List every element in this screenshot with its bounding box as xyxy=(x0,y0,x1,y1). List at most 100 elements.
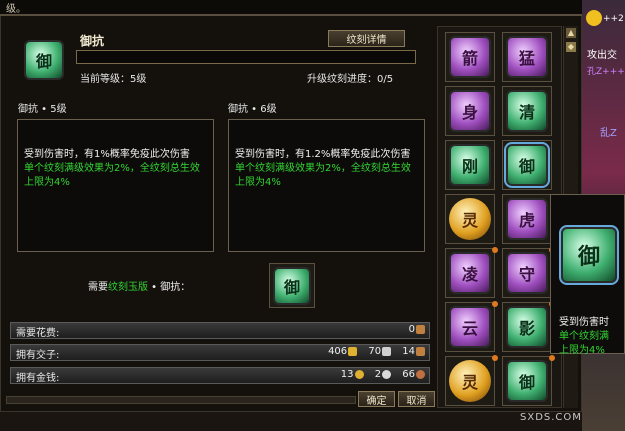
engraving-gem-icon: 猛 xyxy=(506,36,548,78)
gem-slot[interactable]: 御 xyxy=(502,355,555,406)
requirement-prefix: 需要 xyxy=(88,282,108,293)
gem-glyph: 御 xyxy=(518,157,535,176)
upgrade-progress: 升级纹刻进度：0/5 xyxy=(307,74,394,85)
gem-glyph: 灵 xyxy=(461,373,478,392)
gem-slot[interactable]: 虎 xyxy=(502,194,552,244)
skill-name: 御抗 xyxy=(80,34,105,48)
required-item-slot[interactable]: 御 xyxy=(269,263,315,308)
emoji-icon xyxy=(586,10,602,26)
engraving-detail-button[interactable]: 纹刻详情 xyxy=(328,30,405,47)
tooltip-line3: 上限为4% xyxy=(559,345,605,356)
upgrade-dot-icon xyxy=(492,301,498,307)
gem-glyph: 箭 xyxy=(461,49,478,68)
gem-glyph: 身 xyxy=(461,103,478,122)
gem-glyph: 清 xyxy=(518,103,535,122)
money-silver-value: 2 xyxy=(374,369,382,380)
jade-tablet-icon: 御 xyxy=(273,267,311,305)
engraving-gem-icon: 影 xyxy=(506,306,548,348)
current-level-title: 御抗 • 5级 xyxy=(18,104,67,115)
watermark: SXDS.COM xyxy=(520,412,582,423)
upgrade-dot-icon xyxy=(549,355,555,361)
requirement-item: 纹刻玉版 xyxy=(108,282,148,293)
gold-coin-icon xyxy=(354,369,364,379)
jiaozi-silver-value: 70 xyxy=(368,346,382,357)
side-text-1: ++2 xyxy=(603,14,624,24)
gem-slot[interactable]: 刚 xyxy=(445,140,495,190)
requirement-suffix: • 御抗： xyxy=(148,282,191,293)
money-row: 拥有金钱: 13 2 66 xyxy=(10,367,430,384)
gem-slot[interactable]: 御 xyxy=(502,140,552,190)
progress-bar xyxy=(76,50,416,64)
gem-slot[interactable]: 守 xyxy=(502,247,555,298)
gem-slot[interactable]: 影 xyxy=(502,301,555,352)
top-text: 级。 xyxy=(6,4,26,15)
upgrade-dot-icon xyxy=(492,355,498,361)
fee-row: 需要花费: 0 xyxy=(10,322,430,339)
gem-slot[interactable]: 身 xyxy=(445,86,495,136)
gem-glyph: 守 xyxy=(518,265,535,284)
money-values: 13 2 66 xyxy=(341,369,425,380)
top-bar xyxy=(0,0,582,16)
jiaozi-row: 拥有交子: 406 70 14 xyxy=(10,344,430,361)
tooltip-line1: 受到伤害时 xyxy=(559,317,609,328)
next-effect-box: 受到伤害时，有1.2%概率免疫此次伤害 单个纹刻满级效果为2%，全纹刻总生效上限… xyxy=(228,119,425,252)
gem-slot[interactable]: 清 xyxy=(502,86,552,136)
jiaozi-other-value: 14 xyxy=(402,346,415,357)
silver-ticket-icon xyxy=(382,346,392,356)
gem-slot[interactable]: 箭 xyxy=(445,32,495,82)
skill-gem-icon: 御 xyxy=(24,40,64,80)
gem-slot[interactable]: 凌 xyxy=(445,247,498,298)
gem-glyph: 虎 xyxy=(518,211,535,230)
gem-slot[interactable]: 灵 xyxy=(445,194,495,244)
engraving-gem-icon: 灵 xyxy=(449,198,491,240)
current-effect-box: 受到伤害时，有1%概率免疫此次伤害 单个纹刻满级效果为2%，全纹刻总生效上限为4… xyxy=(17,119,214,252)
engraving-gem-icon: 清 xyxy=(506,90,548,132)
tooltip-line2: 单个纹刻满 xyxy=(559,331,609,342)
fee-value: 0 xyxy=(408,324,415,335)
gem-slot[interactable]: 猛 xyxy=(502,32,552,82)
tooltip-gem-icon: 御 xyxy=(559,225,619,285)
requirement-text: 需要纹刻玉版 • 御抗： xyxy=(88,278,190,293)
fee-label: 需要花费: xyxy=(16,328,60,339)
scroll-up-arrow-icon[interactable]: ▲ xyxy=(566,28,576,38)
current-effect-line2: 单个纹刻满级效果为2%，全纹刻总生效上限为4% xyxy=(24,163,200,188)
confirm-button[interactable]: 确定 xyxy=(358,391,395,407)
next-effect-line2: 单个纹刻满级效果为2%，全纹刻总生效上限为4% xyxy=(235,163,411,188)
gem-glyph: 凌 xyxy=(461,265,478,284)
gem-glyph: 云 xyxy=(461,319,478,338)
engraving-gem-icon: 刚 xyxy=(449,144,491,186)
copper-coin-icon xyxy=(416,369,425,379)
side-text-4: 乱Z xyxy=(600,128,617,139)
engraving-gem-icon: 身 xyxy=(449,90,491,132)
engraving-gem-icon: 云 xyxy=(449,306,491,348)
gold-ticket-icon xyxy=(348,346,358,356)
engraving-gem-icon: 箭 xyxy=(449,36,491,78)
engraving-gem-icon: 御 xyxy=(506,360,548,402)
scroll-thumb[interactable]: ◆ xyxy=(566,42,576,52)
money-label: 拥有金钱: xyxy=(16,373,60,384)
current-level: 当前等级：5级 xyxy=(80,74,147,85)
upgrade-dot-icon xyxy=(492,247,498,253)
jiaozi-gold-value: 406 xyxy=(328,346,348,357)
copper-ticket-icon xyxy=(416,346,425,356)
horizontal-scrollbar[interactable] xyxy=(6,396,356,404)
money-copper-value: 66 xyxy=(402,369,415,380)
side-text-3: 孔Z+++ xyxy=(587,67,625,77)
item-tooltip: 御 受到伤害时 单个纹刻满 上限为4% xyxy=(550,194,625,356)
gem-slot[interactable]: 灵 xyxy=(445,355,498,406)
engraving-gem-icon: 灵 xyxy=(449,360,491,402)
side-text-2: 攻出交 xyxy=(587,50,617,61)
engraving-gem-icon: 守 xyxy=(506,252,548,294)
gem-grid: 箭猛身清刚御灵虎凌守云影灵御 xyxy=(445,32,555,406)
gem-glyph: 御 xyxy=(518,373,535,392)
gem-slot[interactable]: 云 xyxy=(445,301,498,352)
silver-coin-icon xyxy=(382,369,392,379)
next-effect-line1: 受到伤害时，有1.2%概率免疫此次伤害 xyxy=(235,149,411,160)
gem-glyph: 影 xyxy=(518,319,535,338)
money-gold-value: 13 xyxy=(340,369,354,380)
jiaozi-values: 406 70 14 xyxy=(328,346,425,357)
gem-glyph: 灵 xyxy=(461,211,478,230)
current-effect-line1: 受到伤害时，有1%概率免疫此次伤害 xyxy=(24,149,190,160)
cancel-button[interactable]: 取消 xyxy=(398,391,435,407)
fee-value-group: 0 xyxy=(409,324,425,335)
